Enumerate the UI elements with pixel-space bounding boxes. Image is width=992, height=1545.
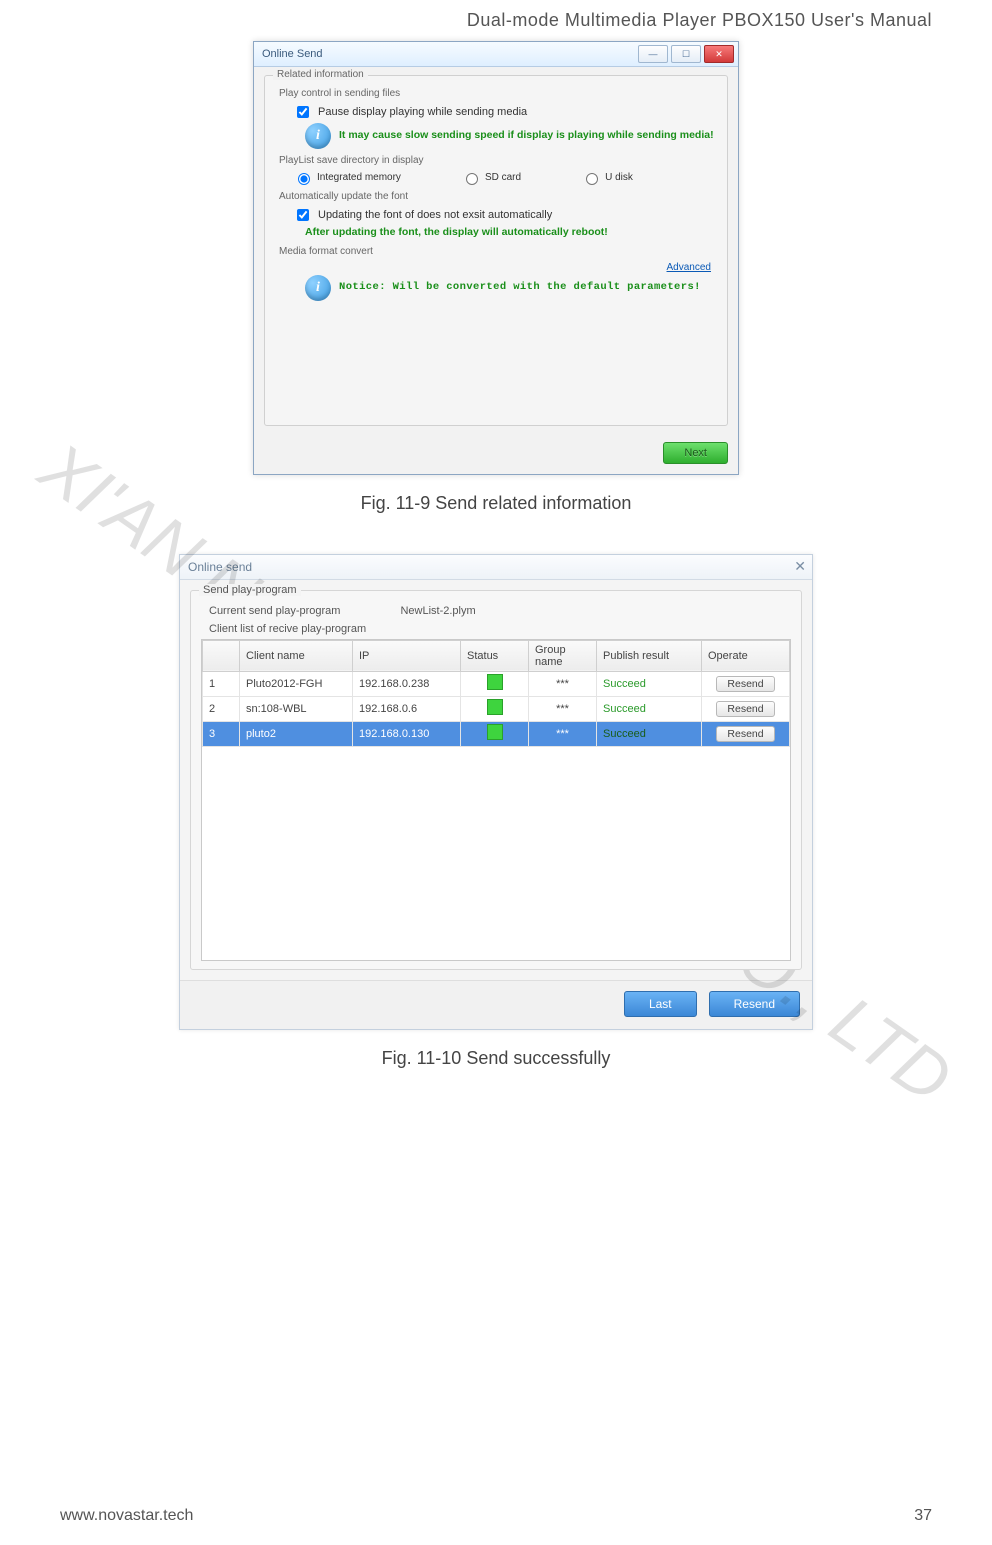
related-info-legend: Related information — [273, 69, 368, 80]
send-play-program-legend: Send play-program — [199, 584, 301, 596]
table-row[interactable]: 1Pluto2012-FGH192.168.0.238 ***Succeed Res… — [203, 671, 790, 696]
window-titlebar: Online send ✕ — [180, 555, 812, 580]
status-indicator-icon — [487, 674, 503, 690]
resend-all-button[interactable]: Resend — [709, 991, 800, 1017]
resend-row-button[interactable]: Resend — [716, 726, 774, 742]
col-ip: IP — [353, 640, 461, 671]
cell-publish-result: Succeed — [597, 696, 702, 721]
radio-u-disk[interactable]: U disk — [581, 170, 633, 185]
cell-index: 2 — [203, 696, 240, 721]
col-index — [203, 640, 240, 671]
advanced-link[interactable]: Advanced — [667, 262, 711, 273]
col-client-name: Client name — [240, 640, 353, 671]
cell-publish-result: Succeed — [597, 721, 702, 746]
radio-u-disk-label: U disk — [605, 172, 633, 183]
update-font-label: Updating the font of does not exsit auto… — [318, 209, 552, 221]
col-status: Status — [461, 640, 529, 671]
status-indicator-icon — [487, 699, 503, 715]
doc-header-title: Dual-mode Multimedia Player PBOX150 User… — [60, 10, 932, 31]
footer-site: www.novastar.tech — [60, 1507, 193, 1525]
footer-page-number: 37 — [914, 1507, 932, 1525]
figure-11-9-caption: Fig. 11-9 Send related information — [60, 493, 932, 514]
radio-sd-card[interactable]: SD card — [461, 170, 521, 185]
font-warning-block: After updating the font, the display wil… — [305, 226, 717, 240]
window-controls: — ☐ ✕ — [638, 45, 734, 63]
cell-ip: 192.168.0.238 — [353, 671, 461, 696]
media-convert-notice-block: i Notice: Will be converted with the def… — [305, 275, 717, 301]
radio-sd-card-label: SD card — [485, 172, 521, 183]
cell-client-name: pluto2 — [240, 721, 353, 746]
radio-integrated-memory[interactable]: Integrated memory — [293, 170, 401, 185]
maximize-button[interactable]: ☐ — [671, 45, 701, 63]
cell-ip: 192.168.0.6 — [353, 696, 461, 721]
figure-11-10-caption: Fig. 11-10 Send successfully — [60, 1048, 932, 1069]
window-titlebar: Online Send — ☐ ✕ — [254, 42, 738, 67]
cell-ip: 192.168.0.130 — [353, 721, 461, 746]
radio-integrated-memory-label: Integrated memory — [317, 172, 401, 183]
pause-display-checkbox[interactable] — [297, 106, 309, 118]
current-send-label: Current send play-program — [209, 605, 340, 617]
online-send-related-window: Online Send — ☐ ✕ Related information Pl… — [253, 41, 739, 475]
client-table-wrapper: Client name IP Status Group name Publish… — [201, 639, 791, 961]
pause-display-label: Pause display playing while sending medi… — [318, 106, 527, 118]
next-button[interactable]: Next — [663, 442, 728, 464]
update-font-checkbox[interactable] — [297, 209, 309, 221]
cell-client-name: sn:108-WBL — [240, 696, 353, 721]
close-icon[interactable]: ✕ — [794, 558, 806, 575]
radio-sd-card-input[interactable] — [466, 173, 478, 185]
last-button[interactable]: Last — [624, 991, 697, 1017]
cell-group-name: *** — [529, 721, 597, 746]
table-row[interactable]: 2sn:108-WBL192.168.0.6 ***Succeed Resend — [203, 696, 790, 721]
cell-publish-result: Succeed — [597, 671, 702, 696]
status-indicator-icon — [487, 724, 503, 740]
media-convert-section-title: Media format convert — [279, 246, 717, 257]
info-icon: i — [305, 123, 331, 149]
info-icon: i — [305, 275, 331, 301]
radio-integrated-memory-input[interactable] — [298, 173, 310, 185]
col-operate: Operate — [702, 640, 790, 671]
client-table-header-row: Client name IP Status Group name Publish… — [203, 640, 790, 671]
cell-status — [461, 671, 529, 696]
resend-row-button[interactable]: Resend — [716, 701, 774, 717]
pause-warning-block: i It may cause slow sending speed if dis… — [305, 123, 717, 149]
play-control-section-title: Play control in sending files — [279, 88, 717, 99]
radio-u-disk-input[interactable] — [586, 173, 598, 185]
page-footer: www.novastar.tech 37 — [60, 1507, 932, 1525]
col-publish-result: Publish result — [597, 640, 702, 671]
current-send-value: NewList-2.plym — [400, 605, 475, 617]
send-play-program-group: Send play-program Current send play-prog… — [190, 590, 802, 970]
client-table: Client name IP Status Group name Publish… — [202, 640, 790, 747]
resend-row-button[interactable]: Resend — [716, 676, 774, 692]
auto-font-section-title: Automatically update the font — [279, 191, 717, 202]
cell-status — [461, 721, 529, 746]
pause-warning-text: It may cause slow sending speed if displ… — [339, 129, 714, 143]
online-send-result-window: Online send ✕ Send play-program Current … — [179, 554, 813, 1030]
cell-client-name: Pluto2012-FGH — [240, 671, 353, 696]
client-list-label: Client list of recive play-program — [209, 623, 791, 635]
cell-operate: Resend — [702, 671, 790, 696]
table-row[interactable]: 3pluto2192.168.0.130 ***Succeed Resend — [203, 721, 790, 746]
minimize-button[interactable]: — — [638, 45, 668, 63]
cell-group-name: *** — [529, 671, 597, 696]
cell-operate: Resend — [702, 696, 790, 721]
cell-index: 1 — [203, 671, 240, 696]
playlist-dir-section-title: PlayList save directory in display — [279, 155, 717, 166]
media-convert-notice-text: Notice: Will be converted with the defau… — [339, 281, 701, 295]
cell-index: 3 — [203, 721, 240, 746]
window-title: Online send — [188, 560, 252, 574]
cell-operate: Resend — [702, 721, 790, 746]
close-button[interactable]: ✕ — [704, 45, 734, 63]
font-warning-text: After updating the font, the display wil… — [305, 226, 608, 240]
cell-status — [461, 696, 529, 721]
related-information-group: Related information Play control in send… — [264, 75, 728, 426]
window-title: Online Send — [262, 48, 323, 60]
cell-group-name: *** — [529, 696, 597, 721]
col-group: Group name — [529, 640, 597, 671]
